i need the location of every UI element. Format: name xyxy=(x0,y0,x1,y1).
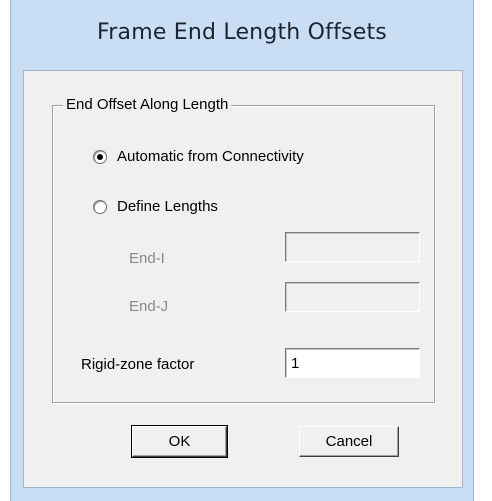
end-i-input[interactable] xyxy=(285,232,420,262)
radio-automatic-from-connectivity[interactable]: Automatic from Connectivity xyxy=(93,148,304,165)
rigid-zone-factor-label: Rigid-zone factor xyxy=(81,356,195,373)
title-bar[interactable]: Frame End Length Offsets xyxy=(11,0,473,70)
ok-button[interactable]: OK xyxy=(131,425,228,458)
radio-button-checked-icon[interactable] xyxy=(93,149,107,164)
radio-define-lengths[interactable]: Define Lengths xyxy=(93,198,218,215)
radio-button-unchecked-icon[interactable] xyxy=(93,199,107,214)
groupbox-legend: End Offset Along Length xyxy=(63,96,232,113)
cancel-button[interactable]: Cancel xyxy=(299,426,399,457)
dialog-client-area: End Offset Along Length Automatic from C… xyxy=(23,70,463,488)
end-j-input[interactable] xyxy=(285,282,420,312)
end-offset-groupbox: End Offset Along Length Automatic from C… xyxy=(52,96,435,403)
dialog-window: Frame End Length Offsets End Offset Alon… xyxy=(10,0,474,501)
end-j-label: End-J xyxy=(129,298,169,315)
end-i-label: End-I xyxy=(129,250,165,267)
radio-automatic-label: Automatic from Connectivity xyxy=(117,148,304,165)
dialog-title: Frame End Length Offsets xyxy=(97,19,387,45)
radio-define-lengths-label: Define Lengths xyxy=(117,198,218,215)
rigid-zone-factor-input[interactable]: 1 xyxy=(285,348,420,378)
